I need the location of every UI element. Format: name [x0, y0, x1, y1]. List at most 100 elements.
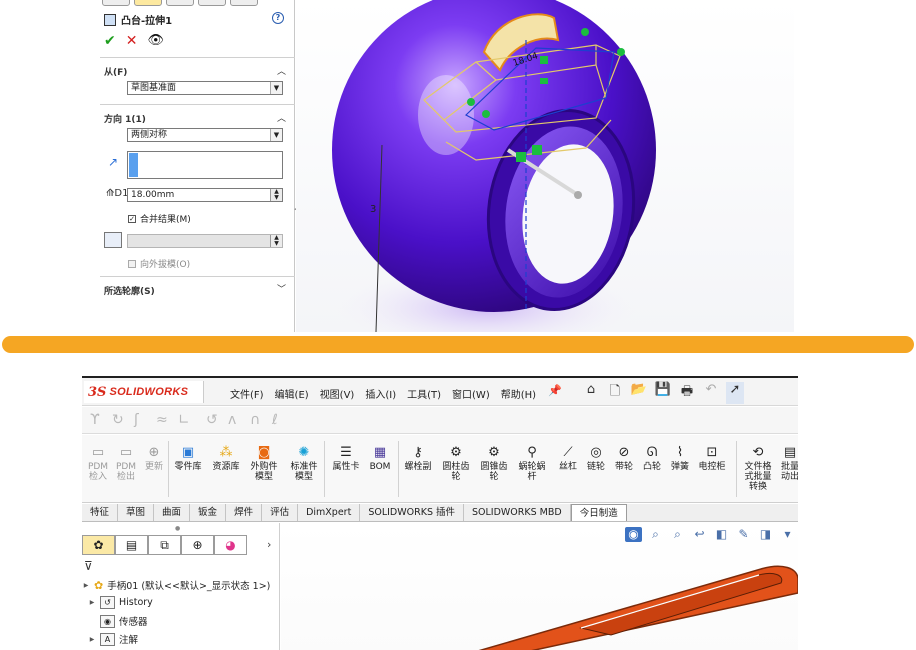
help-icon[interactable]: ?: [272, 12, 284, 24]
select-pointer-icon[interactable]: ➚: [726, 382, 744, 404]
spur-gear-icon: ⚙: [450, 445, 462, 460]
property-manager-tab-icon[interactable]: ▤: [115, 535, 148, 555]
batch-convert-button[interactable]: ⟲ 文件格 式批量 转换: [742, 445, 774, 492]
display-manager-tab-icon[interactable]: ◕: [214, 535, 247, 555]
handle-knob: [574, 191, 582, 199]
expand-arrow-icon[interactable]: ▶: [88, 599, 96, 606]
ribbon-label: 文件格 式批量 转换: [744, 462, 772, 492]
chevron-right-icon[interactable]: ›: [267, 538, 271, 551]
direction-header[interactable]: 方向 1(1): [104, 112, 146, 125]
tab-features[interactable]: 特征: [82, 504, 119, 521]
standard-model-icon: ✺: [298, 445, 310, 460]
ribbon-label: 蜗轮蜗 杆: [518, 462, 546, 482]
resource-library-button[interactable]: ⁂ 资源库: [210, 445, 242, 472]
menu-edit[interactable]: 编辑(E): [275, 386, 309, 401]
expand-arrow-icon[interactable]: ▶: [82, 582, 90, 589]
graphics-area[interactable]: ◉ ⌕ ⌕ ↩ ◧ ✎ ◨ ▾ ◪: [281, 523, 798, 650]
expand-arrow-icon[interactable]: ▶: [88, 636, 96, 643]
property-card-button[interactable]: ☰ 属性卡: [330, 445, 362, 472]
property-manager: 凸台-拉伸1 ? ✔ ✕ 👁 从(F) ︿ 草图基准面 ▼ 方向 1(1) ︿ …: [100, 0, 298, 332]
feature-tree-tab-icon[interactable]: ✿: [82, 535, 115, 555]
dimxpert-tab-icon[interactable]: ⊕: [181, 535, 214, 555]
endpoint-marker: [516, 152, 526, 162]
chevron-up-icon[interactable]: ︿: [277, 111, 286, 124]
bevel-gear-button[interactable]: ⚙ 圆锥齿 轮: [478, 445, 510, 482]
pin-icon[interactable]: 📌: [548, 384, 562, 397]
tree-item-history[interactable]: ▶ ↺ History: [88, 596, 153, 609]
tree-item-annotations[interactable]: ▶ A 注解: [88, 632, 138, 646]
chevron-up-icon[interactable]: ︿: [277, 64, 286, 77]
configuration-tab-icon[interactable]: ⧉: [148, 535, 181, 555]
checkbox-checked-icon[interactable]: ✓: [128, 214, 136, 223]
bolt-button[interactable]: ⚷ 螺栓副: [402, 445, 434, 472]
tree-root[interactable]: ▶ ✿ 手柄01 (默认<<默认>_显示状态 1>): [82, 578, 271, 593]
tab-mbd[interactable]: SOLIDWORKS MBD: [464, 504, 571, 521]
bom-button[interactable]: ▦ BOM: [364, 445, 396, 472]
tab-display-manager[interactable]: [230, 0, 258, 6]
dropdown-arrow-icon[interactable]: ▼: [270, 129, 282, 141]
panel-grip-icon[interactable]: ●: [175, 525, 180, 532]
ribbon-separator: [324, 441, 325, 497]
chevron-down-icon[interactable]: ﹀: [277, 282, 286, 295]
ribbon-label: BOM: [369, 462, 391, 472]
spur-gear-button[interactable]: ⚙ 圆柱齿 轮: [440, 445, 472, 482]
cancel-x-icon[interactable]: ✕: [126, 33, 138, 49]
from-select[interactable]: 草图基准面 ▼: [127, 81, 283, 95]
draft-face-icon[interactable]: [104, 232, 122, 248]
part-library-button[interactable]: ▣ 零件库: [172, 445, 204, 472]
tab-sheet-metal[interactable]: 钣金: [190, 504, 227, 521]
batch-export-icon: ▤: [783, 445, 797, 460]
from-header[interactable]: 从(F): [104, 65, 127, 78]
ribbon-label: 带轮: [614, 462, 633, 472]
ok-check-icon[interactable]: ✔: [104, 33, 116, 49]
graphics-viewport[interactable]: 18.04 3: [296, 0, 794, 332]
standard-model-button[interactable]: ✺ 标准件 模型: [288, 445, 320, 482]
tab-today-manufacturing[interactable]: 今日制造: [570, 504, 627, 521]
tab-dimxpert[interactable]: DimXpert: [298, 504, 361, 521]
selected-contours-header[interactable]: 所选轮廓(S): [104, 284, 155, 297]
print-icon[interactable]: 🖶: [678, 382, 696, 404]
filter-icon[interactable]: ⊽: [84, 559, 93, 573]
update-button[interactable]: ⊕ 更新: [138, 445, 170, 472]
new-file-icon[interactable]: 🗋: [606, 382, 624, 404]
tab-surfaces[interactable]: 曲面: [154, 504, 191, 521]
menu-view[interactable]: 视图(V): [320, 386, 355, 401]
tab-property-manager[interactable]: [134, 0, 162, 6]
spring-button[interactable]: ⌇ 弹簧: [664, 445, 696, 472]
tree-item-sensors[interactable]: ◉ 传感器: [88, 614, 148, 628]
depth-input[interactable]: 18.00mm ▲ ▼: [127, 188, 283, 202]
home-icon[interactable]: ⌂: [582, 382, 600, 404]
tab-dim-manager[interactable]: [198, 0, 226, 6]
cabinet-button[interactable]: ⊡ 电控柜: [696, 445, 728, 472]
solidworks-logo[interactable]: 3S SOLIDWORKS: [84, 381, 204, 403]
worm-gear-button[interactable]: ⚲ 蜗轮蜗 杆: [516, 445, 548, 482]
tab-feature-manager[interactable]: [102, 0, 130, 6]
endpoint-marker: [617, 48, 625, 56]
direction-selection-box[interactable]: [127, 151, 283, 179]
menu-window[interactable]: 窗口(W): [452, 386, 490, 401]
tab-weldments[interactable]: 焊件: [226, 504, 263, 521]
menu-file[interactable]: 文件(F): [230, 386, 264, 401]
dropdown-arrow-icon[interactable]: ▼: [270, 82, 282, 94]
open-file-icon[interactable]: 📂: [630, 382, 648, 404]
merge-result-checkbox[interactable]: ✓ 合并结果(M): [128, 212, 191, 225]
ribbon-separator: [168, 441, 169, 497]
tab-sketch[interactable]: 草图: [118, 504, 155, 521]
undo-icon[interactable]: ↶: [702, 382, 720, 404]
end-condition-select[interactable]: 两侧对称 ▼: [127, 128, 283, 142]
tab-evaluate[interactable]: 评估: [262, 504, 299, 521]
tree-root-label: 手柄01 (默认<<默认>_显示状态 1>): [107, 581, 271, 592]
menu-insert[interactable]: 插入(I): [365, 386, 396, 401]
annotation-icon: A: [100, 632, 115, 646]
save-icon[interactable]: 💾: [654, 382, 672, 404]
extrude-screenshot: 凸台-拉伸1 ? ✔ ✕ 👁 从(F) ︿ 草图基准面 ▼ 方向 1(1) ︿ …: [100, 0, 794, 332]
tab-config-manager[interactable]: [166, 0, 194, 6]
menu-tools[interactable]: 工具(T): [407, 386, 441, 401]
direction-arrow-icon[interactable]: ↗: [108, 155, 118, 169]
tab-addins[interactable]: SOLIDWORKS 插件: [360, 504, 464, 521]
preview-eye-icon[interactable]: 👁: [147, 33, 164, 49]
menu-help[interactable]: 帮助(H): [501, 386, 536, 401]
batch-export-button[interactable]: ▤ 批量 动出: [774, 445, 798, 482]
spin-arrows-icon[interactable]: ▲ ▼: [270, 189, 282, 201]
purchased-model-button[interactable]: ◙ 外购件 模型: [248, 445, 280, 482]
